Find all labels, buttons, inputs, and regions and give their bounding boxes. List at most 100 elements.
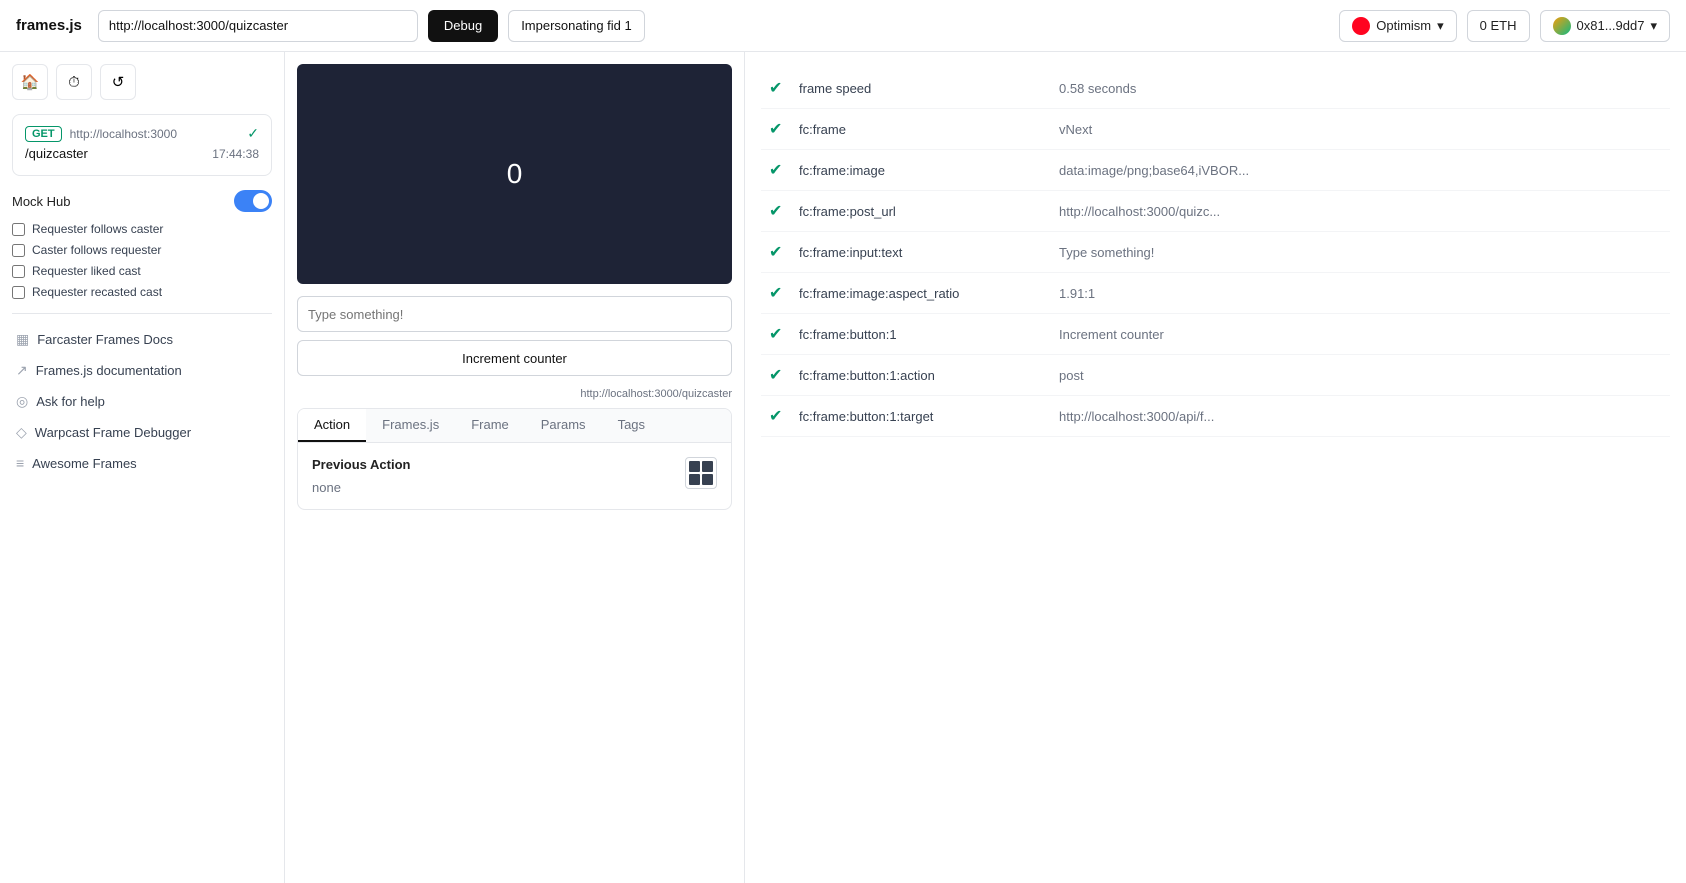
frame-image-area: 0	[297, 64, 732, 284]
meta-value: post	[1051, 355, 1670, 396]
table-row: ✔ fc:frame:image data:image/png;base64,i…	[761, 150, 1670, 191]
external-link-icon: ↗	[16, 362, 28, 379]
mock-hub-toggle[interactable]	[234, 190, 272, 212]
right-panel: ✔ frame speed 0.58 seconds ✔ fc:frame vN…	[745, 52, 1686, 883]
address-button[interactable]: 0x81...9dd7 ▾	[1540, 10, 1670, 42]
previous-action-label: Previous Action	[312, 457, 410, 472]
table-row: ✔ fc:frame:input:text Type something!	[761, 232, 1670, 273]
meta-key: fc:frame	[791, 109, 1051, 150]
sidebar-link-warpcast-debugger[interactable]: ◇ Warpcast Frame Debugger	[12, 417, 272, 448]
tab-tags[interactable]: Tags	[602, 409, 661, 442]
frame-text-input[interactable]	[297, 296, 732, 332]
refresh-icon: ↺	[112, 73, 125, 91]
request-block: GET http://localhost:3000 ✓ /quizcaster …	[12, 114, 272, 176]
sidebar-link-ask-help[interactable]: ◎ Ask for help	[12, 386, 272, 417]
table-row: ✔ fc:frame:button:1:action post	[761, 355, 1670, 396]
mock-hub-row: Mock Hub	[12, 190, 272, 212]
check-col: ✔	[761, 314, 791, 355]
history-icon: ⏱	[68, 74, 80, 91]
frame-preview: 0	[297, 64, 732, 284]
meta-value: 1.91:1	[1051, 273, 1670, 314]
check-circle-icon: ✔	[769, 285, 782, 302]
eth-balance: 0 ETH	[1467, 10, 1530, 42]
action-content-row: Previous Action none	[312, 457, 717, 495]
qr-sq	[689, 474, 700, 485]
request-path: /quizcaster	[25, 146, 88, 161]
sidebar-link-framesjs-docs[interactable]: ↗ Frames.js documentation	[12, 355, 272, 386]
check-col: ✔	[761, 355, 791, 396]
check-circle-icon: ✔	[769, 326, 782, 343]
sidebar-toolbar: 🏠 ⏱ ↺	[12, 64, 272, 100]
action-panel: Action Frames.js Frame Params Tags Previ…	[297, 408, 732, 510]
checkbox-label: Requester follows caster	[32, 222, 163, 236]
history-button[interactable]: ⏱	[56, 64, 92, 100]
method-badge: GET	[25, 126, 62, 142]
check-circle-icon: ✔	[769, 121, 782, 138]
action-info: Previous Action none	[312, 457, 410, 495]
sidebar-link-label: Frames.js documentation	[36, 363, 182, 378]
request-host: http://localhost:3000	[70, 127, 177, 141]
checkbox-group: Requester follows caster Caster follows …	[12, 222, 272, 299]
table-row: ✔ fc:frame:image:aspect_ratio 1.91:1	[761, 273, 1670, 314]
debug-button[interactable]: Debug	[428, 10, 498, 42]
refresh-button[interactable]: ↺	[100, 64, 136, 100]
qr-sq	[702, 461, 713, 472]
tab-params[interactable]: Params	[525, 409, 602, 442]
sidebar-link-label: Farcaster Frames Docs	[37, 332, 173, 347]
frame-url: http://localhost:3000/quizcaster	[285, 384, 744, 408]
checkbox-label: Caster follows requester	[32, 243, 161, 257]
meta-value: Type something!	[1051, 232, 1670, 273]
warpcast-icon: ◇	[16, 424, 27, 441]
meta-table: ✔ frame speed 0.58 seconds ✔ fc:frame vN…	[761, 68, 1670, 437]
center-panel: 0 Increment counter http://localhost:300…	[285, 52, 745, 883]
action-content: Previous Action none	[298, 443, 731, 509]
check-circle-icon: ✔	[769, 244, 782, 261]
checkbox-requester-recasted-cast[interactable]: Requester recasted cast	[12, 285, 272, 299]
check-col: ✔	[761, 150, 791, 191]
impersonate-button[interactable]: Impersonating fid 1	[508, 10, 645, 42]
table-row: ✔ frame speed 0.58 seconds	[761, 68, 1670, 109]
sidebar-link-label: Ask for help	[36, 394, 105, 409]
checkbox-caster-follows-requester[interactable]: Caster follows requester	[12, 243, 272, 257]
check-circle-icon: ✔	[769, 203, 782, 220]
check-col: ✔	[761, 68, 791, 109]
meta-key: fc:frame:image:aspect_ratio	[791, 273, 1051, 314]
divider	[12, 313, 272, 314]
sidebar-link-awesome-frames[interactable]: ≡ Awesome Frames	[12, 448, 272, 478]
request-time: 17:44:38	[212, 147, 259, 161]
meta-key: fc:frame:post_url	[791, 191, 1051, 232]
sidebar-link-label: Awesome Frames	[32, 456, 137, 471]
qr-sq	[689, 461, 700, 472]
topbar: frames.js Debug Impersonating fid 1 Opti…	[0, 0, 1686, 52]
url-input[interactable]	[98, 10, 418, 42]
check-circle-icon: ✔	[769, 80, 782, 97]
main-layout: 🏠 ⏱ ↺ GET http://localhost:3000 ✓ /quizc…	[0, 52, 1686, 883]
chain-selector[interactable]: Optimism ▾	[1339, 10, 1456, 42]
list-icon: ≡	[16, 455, 24, 471]
check-col: ✔	[761, 191, 791, 232]
meta-key: fc:frame:button:1:target	[791, 396, 1051, 437]
request-row: GET http://localhost:3000 ✓	[25, 125, 259, 142]
checkbox-requester-liked-cast[interactable]: Requester liked cast	[12, 264, 272, 278]
tab-framesjs[interactable]: Frames.js	[366, 409, 455, 442]
frame-input-area	[297, 296, 732, 332]
check-circle-icon: ✔	[769, 367, 782, 384]
tab-action[interactable]: Action	[298, 409, 366, 442]
check-col: ✔	[761, 273, 791, 314]
tab-frame[interactable]: Frame	[455, 409, 525, 442]
checkbox-label: Requester recasted cast	[32, 285, 162, 299]
sidebar-link-farcaster-docs[interactable]: ▦ Farcaster Frames Docs	[12, 324, 272, 355]
increment-counter-button[interactable]: Increment counter	[297, 340, 732, 376]
meta-value: vNext	[1051, 109, 1670, 150]
meta-value: 0.58 seconds	[1051, 68, 1670, 109]
meta-value: http://localhost:3000/api/f...	[1051, 396, 1670, 437]
checkbox-label: Requester liked cast	[32, 264, 141, 278]
help-icon: ◎	[16, 393, 28, 410]
meta-key: fc:frame:image	[791, 150, 1051, 191]
checkbox-requester-follows-caster[interactable]: Requester follows caster	[12, 222, 272, 236]
chain-label: Optimism	[1376, 18, 1431, 33]
logo: frames.js	[16, 17, 82, 34]
table-row: ✔ fc:frame:button:1 Increment counter	[761, 314, 1670, 355]
home-button[interactable]: 🏠	[12, 64, 48, 100]
previous-action-value: none	[312, 480, 410, 495]
